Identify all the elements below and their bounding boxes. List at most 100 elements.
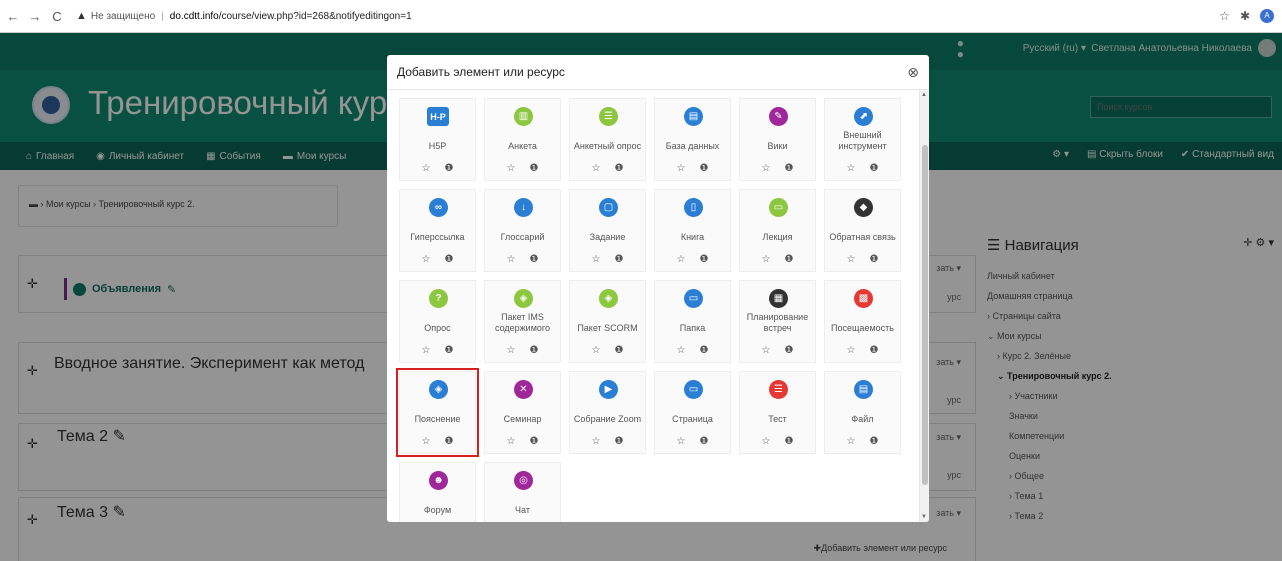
activity-tile[interactable]: H-P H5P ☆ ❶ [399,98,476,181]
info-icon[interactable]: ❶ [700,163,709,174]
activity-tile-label: Задание [589,232,626,242]
info-icon[interactable]: ❶ [530,436,539,447]
activity-tile[interactable]: ▤ База данных ☆ ❶ [654,98,731,181]
info-icon[interactable]: ❶ [870,345,879,356]
activity-tile-actions: ☆ ❶ [400,163,475,174]
info-icon[interactable]: ❶ [785,163,794,174]
activity-tile[interactable]: ▦ Планирование встреч ☆ ❶ [739,280,816,363]
star-icon[interactable]: ☆ [847,163,856,174]
forward-button[interactable]: → [26,9,44,24]
info-icon[interactable]: ❶ [530,163,539,174]
url-path[interactable]: /course/view.php?id=268&notifyeditingon=… [219,11,412,22]
star-icon[interactable]: ☆ [592,436,601,447]
activity-tile[interactable]: ▭ Папка ☆ ❶ [654,280,731,363]
info-icon[interactable]: ❶ [870,436,879,447]
star-icon[interactable]: ☆ [422,163,431,174]
star-icon[interactable]: ☆ [592,345,601,356]
star-icon[interactable]: ☆ [677,254,686,265]
star-icon[interactable]: ☆ [762,163,771,174]
star-icon[interactable]: ☆ [592,163,601,174]
activity-tile[interactable]: ∞ Гиперссылка ☆ ❶ [399,189,476,272]
star-icon[interactable]: ☆ [847,436,856,447]
activity-tile[interactable]: ◎Чат☆❶ [484,462,561,522]
star-icon[interactable]: ☆ [677,436,686,447]
profile-avatar[interactable]: A [1260,9,1274,23]
scroll-down-icon[interactable]: ▼ [921,514,927,520]
info-icon[interactable]: ❶ [785,254,794,265]
reload-button[interactable]: C [48,9,66,24]
activity-tile[interactable]: ☻Форум☆❶ [399,462,476,522]
activity-tile[interactable]: ◈ Пакет IMS содержимого ☆ ❶ [484,280,561,363]
bookmark-star-icon[interactable]: ☆ [1219,9,1230,23]
info-icon[interactable]: ❶ [785,436,794,447]
activity-tile[interactable]: ▥ Анкета ☆ ❶ [484,98,561,181]
insecure-label[interactable]: Не защищено [91,11,155,22]
info-icon[interactable]: ❶ [615,345,624,356]
info-icon[interactable]: ❶ [785,345,794,356]
warning-icon[interactable]: ▲ [76,10,87,22]
activity-tile[interactable]: ✎ Вики ☆ ❶ [739,98,816,181]
scrollbar-thumb[interactable] [922,145,928,485]
info-icon[interactable]: ❶ [615,436,624,447]
info-icon[interactable]: ❶ [615,254,624,265]
browser-toolbar: ← → C ▲ Не защищено | do.cdtt.info /cour… [0,0,1282,33]
activity-tile-label: Пакет SCORM [577,323,638,333]
activity-tile[interactable]: ↓ Глоссарий ☆ ❶ [484,189,561,272]
activity-tile[interactable]: ◈ Пояснение ☆ ❶ [396,368,479,457]
activity-tile[interactable]: ▭ Лекция ☆ ❶ [739,189,816,272]
back-button[interactable]: ← [4,9,22,24]
star-icon[interactable]: ☆ [507,254,516,265]
info-icon[interactable]: ❶ [530,254,539,265]
star-icon[interactable]: ☆ [677,163,686,174]
info-icon[interactable]: ❶ [445,163,454,174]
dialog-header: Добавить элемент или ресурс ⊗ [387,55,929,90]
star-icon[interactable]: ☆ [507,345,516,356]
activity-tile[interactable]: ◆ Обратная связь ☆ ❶ [824,189,901,272]
star-icon[interactable]: ☆ [847,345,856,356]
activity-tile[interactable]: ☰ Анкетный опрос ☆ ❶ [569,98,646,181]
info-icon[interactable]: ❶ [870,163,879,174]
activity-tile[interactable]: ▢ Задание ☆ ❶ [569,189,646,272]
close-icon[interactable]: ⊗ [907,64,919,81]
info-icon[interactable]: ❶ [530,345,539,356]
activity-tile[interactable]: ? Опрос ☆ ❶ [399,280,476,363]
activity-tile[interactable]: ⬈ Внешний инструмент ☆ ❶ [824,98,901,181]
activity-tile-actions: ☆ ❶ [570,345,645,356]
url-domain[interactable]: do.cdtt.info [170,11,219,22]
star-icon[interactable]: ☆ [762,254,771,265]
url-divider: | [161,10,164,22]
info-icon[interactable]: ❶ [700,254,709,265]
activity-tile-label: H5P [428,141,447,151]
activity-tile[interactable]: ◈ Пакет SCORM ☆ ❶ [569,280,646,363]
book-icon: ▯ [684,198,703,217]
scroll-up-icon[interactable]: ▲ [921,92,927,98]
star-icon[interactable]: ☆ [847,254,856,265]
info-icon[interactable]: ❶ [445,345,454,356]
star-icon[interactable]: ☆ [422,254,431,265]
info-icon[interactable]: ❶ [615,163,624,174]
star-icon[interactable]: ☆ [507,436,516,447]
info-icon[interactable]: ❶ [700,436,709,447]
star-icon[interactable]: ☆ [422,345,431,356]
info-icon[interactable]: ❶ [445,436,454,447]
star-icon[interactable]: ☆ [592,254,601,265]
info-icon[interactable]: ❶ [445,254,454,265]
extensions-icon[interactable]: ✱ [1240,9,1250,23]
activity-tile[interactable]: ▩ Посещаемость ☆ ❶ [824,280,901,363]
info-icon[interactable]: ❶ [700,345,709,356]
folder-icon: ▭ [684,289,703,308]
star-icon[interactable]: ☆ [762,436,771,447]
star-icon[interactable]: ☆ [762,345,771,356]
activity-tile[interactable]: ▶ Собрание Zoom ☆ ❶ [569,371,646,454]
activity-tile[interactable]: ✕ Семинар ☆ ❶ [484,371,561,454]
info-icon[interactable]: ❶ [870,254,879,265]
star-icon[interactable]: ☆ [507,163,516,174]
star-icon[interactable]: ☆ [422,436,431,447]
activity-tile[interactable]: ▯ Книга ☆ ❶ [654,189,731,272]
activity-tile-label: Гиперссылка [410,232,465,242]
activity-tile[interactable]: ▭ Страница ☆ ❶ [654,371,731,454]
activity-tile[interactable]: ▤ Файл ☆ ❶ [824,371,901,454]
activity-tile[interactable]: ☰ Тест ☆ ❶ [739,371,816,454]
star-icon[interactable]: ☆ [677,345,686,356]
dialog-scrollbar[interactable]: ▲ ▼ [919,90,929,522]
